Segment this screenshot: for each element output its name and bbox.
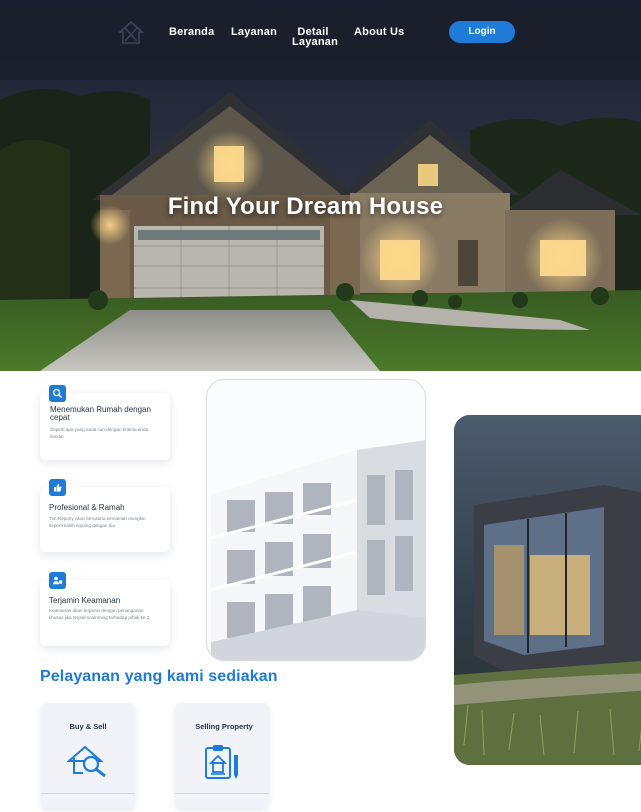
building-image-card [206, 379, 426, 661]
service-card-buy-sell[interactable]: Buy & Sell [41, 703, 135, 808]
nav-link-about-us[interactable]: About Us [354, 27, 404, 38]
house-search-icon [67, 745, 106, 778]
services-section-title: Pelayanan yang kami sediakan [40, 668, 278, 685]
house-logo-icon[interactable] [117, 20, 145, 46]
card-divider [41, 793, 135, 794]
service-label: Selling Property [195, 722, 253, 731]
nav-link-detail-layanan[interactable]: Detail Layanan [292, 27, 338, 48]
hero-section: Beranda Layanan Detail Layanan About Us … [0, 0, 641, 371]
feature-card-security: Terjamin Keamanan Keamanan akan terjamin… [40, 572, 170, 646]
feature-card-fast-search: Menemukan Rumah dengan cepat Seperti apa… [40, 385, 170, 460]
nav-link-beranda[interactable]: Beranda [169, 27, 214, 38]
feature-description: Tim Reporty akan berusaha semamah mungki… [49, 516, 146, 528]
property-document-icon [205, 745, 238, 779]
thumbs-up-icon [49, 479, 66, 496]
login-button[interactable]: Login [449, 21, 515, 43]
feature-title: Terjamin Keamanan [49, 596, 121, 605]
service-label: Buy & Sell [69, 722, 107, 731]
feature-title: Menemukan Rumah dengan cepat [50, 405, 151, 422]
search-icon [49, 385, 66, 402]
modern-house-image [454, 415, 641, 765]
feature-description: Seperti apa yang anda cari dengan kriter… [50, 427, 149, 439]
security-user-icon [49, 572, 66, 589]
feature-description: Keamanan akan terjamin dengan penanganan… [49, 608, 150, 620]
card-divider [175, 793, 269, 794]
hero-title: Find Your Dream House [167, 193, 444, 220]
service-card-selling-property[interactable]: Selling Property [175, 703, 269, 808]
building-image [210, 440, 425, 660]
feature-title: Profesional & Ramah [49, 503, 125, 512]
feature-card-professional: Profesional & Ramah Tim Reporty akan ber… [40, 479, 170, 552]
hero-house-image [0, 0, 641, 371]
nav-link-layanan[interactable]: Layanan [231, 27, 277, 38]
